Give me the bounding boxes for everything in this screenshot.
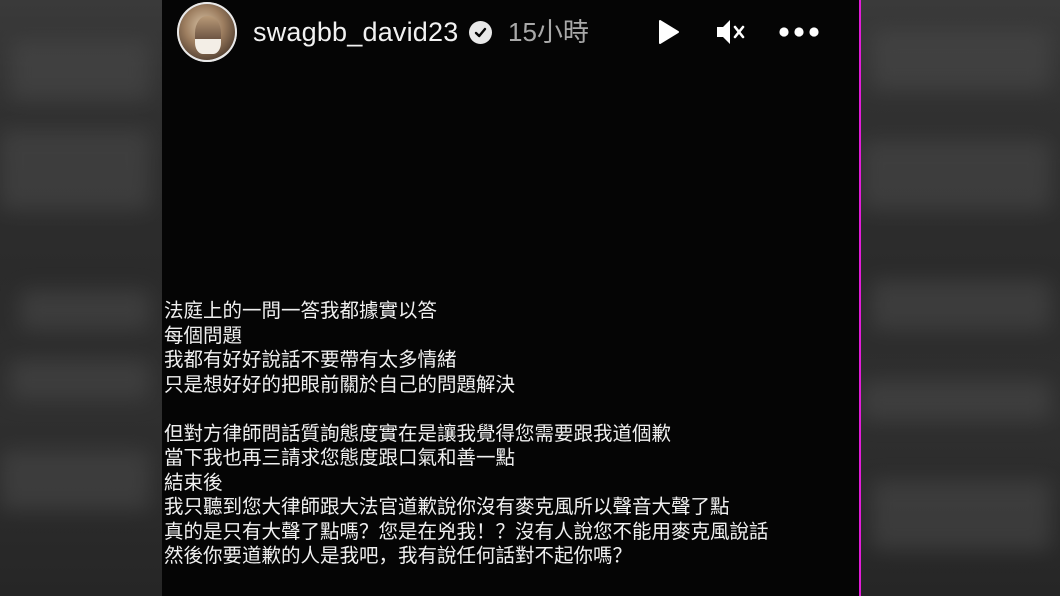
text-line: 只是想好好的把眼前關於自己的問題解決: [164, 372, 516, 396]
text-line: 每個問題: [164, 323, 243, 347]
story-text-content: 法庭上的一問一答我都據實以答 每個問題 我都有好好說話不要帶有太多情緒 只是想好…: [164, 299, 854, 569]
text-line: 真的是只有大聲了點嗎？您是在兇我！？沒有人說您不能用麥克風說話: [164, 519, 769, 543]
mute-button[interactable]: [712, 14, 748, 50]
username[interactable]: swagbb_david23: [253, 14, 458, 50]
story-panel[interactable]: swagbb_david23 15小時 法庭上的一問一答我都據實以答 每個問題 …: [162, 0, 859, 596]
story-edge-accent: [859, 0, 861, 596]
more-options-button[interactable]: [774, 14, 824, 50]
play-icon: [659, 20, 679, 44]
text-line: 我都有好好說話不要帶有太多情緒: [164, 348, 457, 371]
more-options-icon: [779, 27, 819, 37]
text-line: 然後你要道歉的人是我吧，我有說任何話對不起你嗎？: [164, 544, 633, 567]
text-line: 結束後: [164, 470, 223, 494]
text-line: 我只聽到您大律師跟大法官道歉說你沒有麥克風所以聲音大聲了點: [164, 495, 730, 518]
text-line: 但對方律師問話質詢態度實在是讓我覺得您需要跟我道個歉: [164, 421, 672, 445]
story-header: swagbb_david23 15小時: [162, 0, 859, 64]
blurred-background-right: [861, 0, 1060, 596]
text-line: 當下我也再三請求您態度跟口氣和善一點: [164, 446, 516, 469]
avatar[interactable]: [177, 2, 237, 62]
mute-icon: [717, 20, 745, 44]
text-line: 法庭上的一問一答我都據實以答: [164, 299, 438, 322]
blurred-background-left: [0, 0, 162, 596]
avatar-photo: [195, 16, 221, 54]
play-button[interactable]: [650, 14, 686, 50]
verified-badge-icon: [469, 21, 492, 44]
post-time: 15小時: [508, 17, 589, 47]
